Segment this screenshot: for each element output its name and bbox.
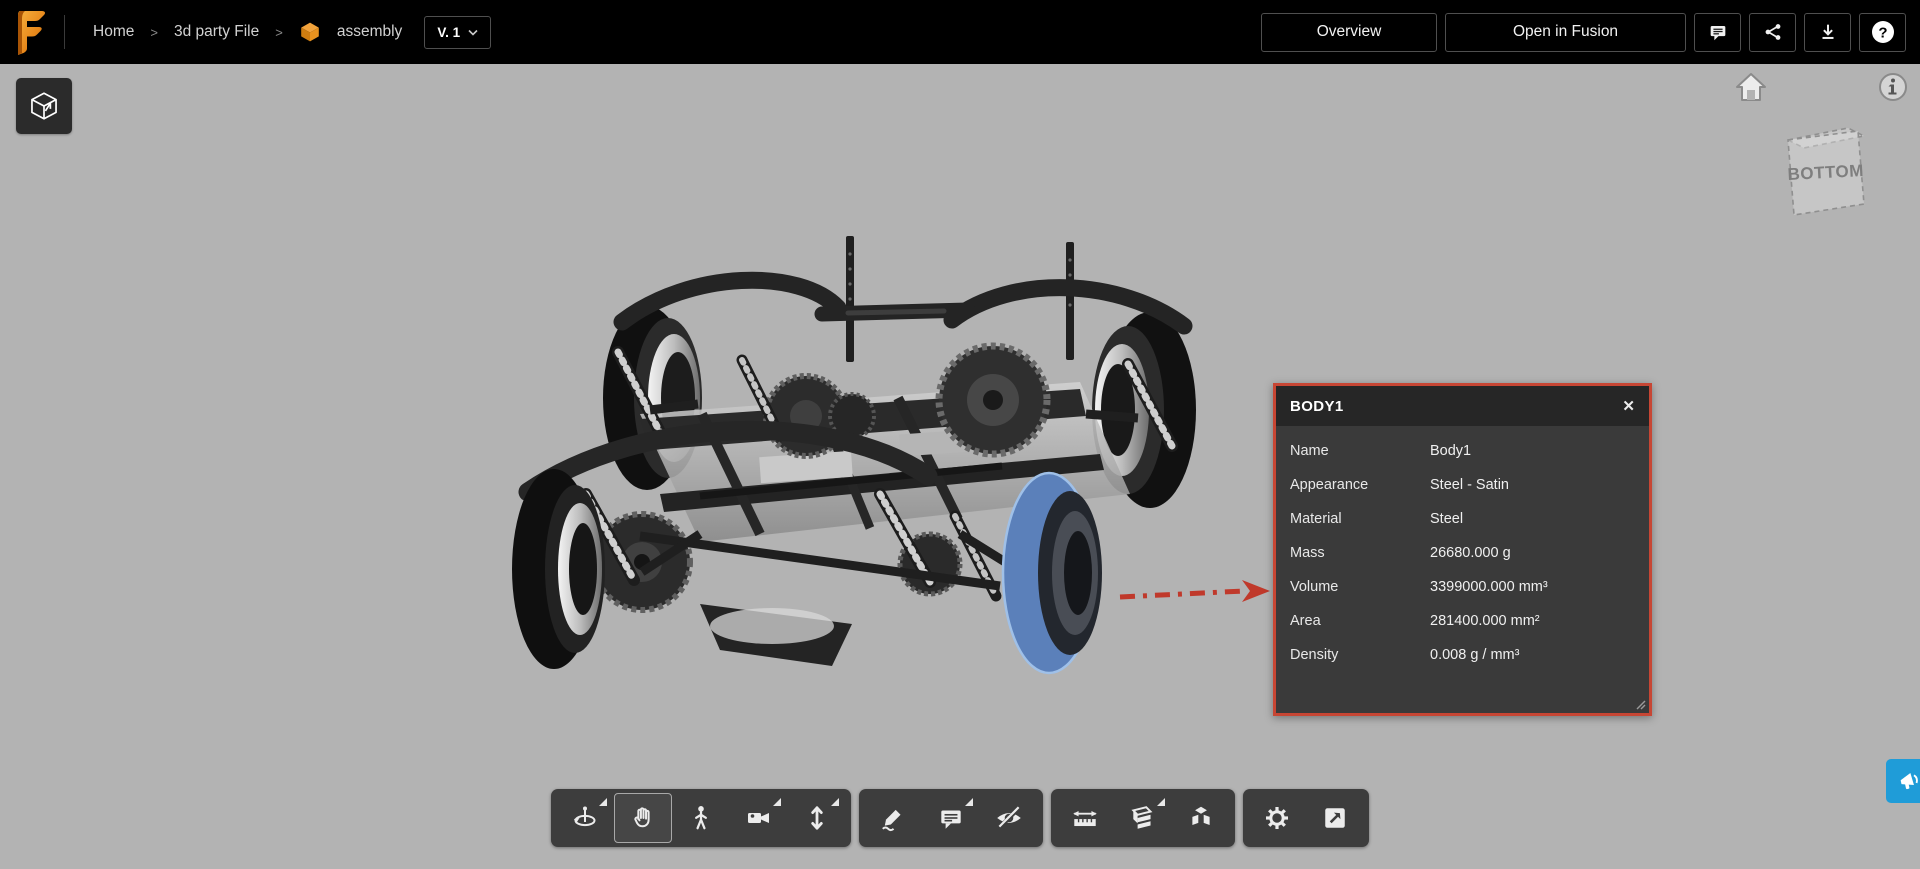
panel-header: BODY1 ✕ (1276, 386, 1649, 426)
settings-button[interactable] (1248, 793, 1306, 843)
fullscreen-icon (1322, 805, 1348, 831)
property-row-density: Density 0.008 g / mm³ (1276, 638, 1649, 672)
flyout-indicator (599, 798, 607, 806)
wheel-front-left[interactable] (512, 469, 605, 669)
orbit-button[interactable] (556, 793, 614, 843)
explode-button[interactable] (1172, 793, 1230, 843)
eye-slash-icon (994, 804, 1024, 832)
first-person-icon (688, 804, 714, 832)
open-in-fusion-button[interactable]: Open in Fusion (1445, 13, 1686, 52)
panel-body: Name Body1 Appearance Steel - Satin Mate… (1276, 426, 1649, 672)
pan-icon (629, 804, 657, 832)
viewer-toolbar (551, 789, 1369, 847)
selected-body1-wheel[interactable] (1003, 473, 1102, 673)
markup-pencil-icon (879, 804, 907, 832)
panel-resize-handle[interactable] (1634, 698, 1646, 710)
svg-text:?: ? (1878, 25, 1887, 42)
property-row-mass: Mass 26680.000 g (1276, 536, 1649, 570)
fusion-logo[interactable] (0, 0, 64, 64)
download-button[interactable] (1804, 13, 1851, 52)
version-dropdown[interactable]: V. 1 (424, 16, 491, 49)
flyout-indicator (965, 798, 973, 806)
property-row-area: Area 281400.000 mm² (1276, 604, 1649, 638)
toolbar-group-display (1243, 789, 1369, 847)
breadcrumb-file[interactable]: assembly (337, 23, 402, 41)
measure-icon (1070, 804, 1100, 832)
section-analysis-button[interactable] (1114, 793, 1172, 843)
property-row-appearance: Appearance Steel - Satin (1276, 468, 1649, 502)
breadcrumb-separator: > (275, 25, 283, 40)
pan-button[interactable] (614, 793, 672, 843)
camera-button[interactable] (730, 793, 788, 843)
toolbar-group-navigation (551, 789, 851, 847)
property-row-name: Name Body1 (1276, 434, 1649, 468)
selection-annotation-arrow (1120, 580, 1270, 602)
flyout-indicator (773, 798, 781, 806)
toolbar-group-inspect (1051, 789, 1235, 847)
flyout-indicator (831, 798, 839, 806)
fusion-logo-icon (12, 9, 52, 55)
toolbar-group-markup (859, 789, 1043, 847)
help-button[interactable]: ? (1859, 13, 1906, 52)
share-button[interactable] (1749, 13, 1796, 52)
comment-tool-button[interactable] (922, 793, 980, 843)
hide-button[interactable] (980, 793, 1038, 843)
topbar-divider (64, 15, 65, 49)
zoom-button[interactable] (788, 793, 846, 843)
breadcrumb-folder[interactable]: 3d party File (174, 23, 259, 41)
assembly-cube-icon (299, 21, 321, 43)
fullscreen-button[interactable] (1306, 793, 1364, 843)
explode-icon (1187, 804, 1215, 832)
body-posts[interactable] (846, 236, 1074, 362)
first-person-button[interactable] (672, 793, 730, 843)
breadcrumb: Home > 3d party File > assembly (93, 21, 402, 43)
overview-button[interactable]: Overview (1261, 13, 1437, 52)
comment-button[interactable] (1694, 13, 1741, 52)
rear-shock-towers[interactable] (622, 280, 1184, 326)
version-label: V. 1 (437, 25, 460, 40)
comment-icon (1707, 21, 1729, 43)
measure-button[interactable] (1056, 793, 1114, 843)
property-row-volume: Volume 3399000.000 mm³ (1276, 570, 1649, 604)
help-icon: ? (1870, 19, 1896, 45)
orbit-icon (571, 804, 599, 832)
viewer-canvas[interactable]: BOTTOM (0, 64, 1920, 869)
zoom-icon (804, 804, 830, 832)
markup-button[interactable] (864, 793, 922, 843)
download-icon (1817, 21, 1839, 43)
close-icon[interactable]: ✕ (1622, 399, 1635, 414)
share-icon (1762, 21, 1784, 43)
gear-icon (1263, 804, 1291, 832)
section-analysis-icon (1129, 804, 1157, 832)
body-properties-panel: BODY1 ✕ Name Body1 Appearance Steel - Sa… (1273, 383, 1652, 716)
breadcrumb-separator: > (150, 25, 158, 40)
comment-tool-icon (937, 804, 965, 832)
breadcrumb-home[interactable]: Home (93, 23, 134, 41)
topbar-actions: Overview Open in Fusion (1261, 13, 1906, 52)
feedback-button[interactable] (1886, 759, 1920, 803)
top-bar: Home > 3d party File > assembly V. 1 Ove… (0, 0, 1920, 64)
chevron-down-icon (468, 29, 478, 36)
megaphone-icon (1897, 769, 1920, 793)
flyout-indicator (1157, 798, 1165, 806)
panel-title: BODY1 (1290, 398, 1344, 415)
property-row-material: Material Steel (1276, 502, 1649, 536)
camera-icon (745, 804, 773, 832)
